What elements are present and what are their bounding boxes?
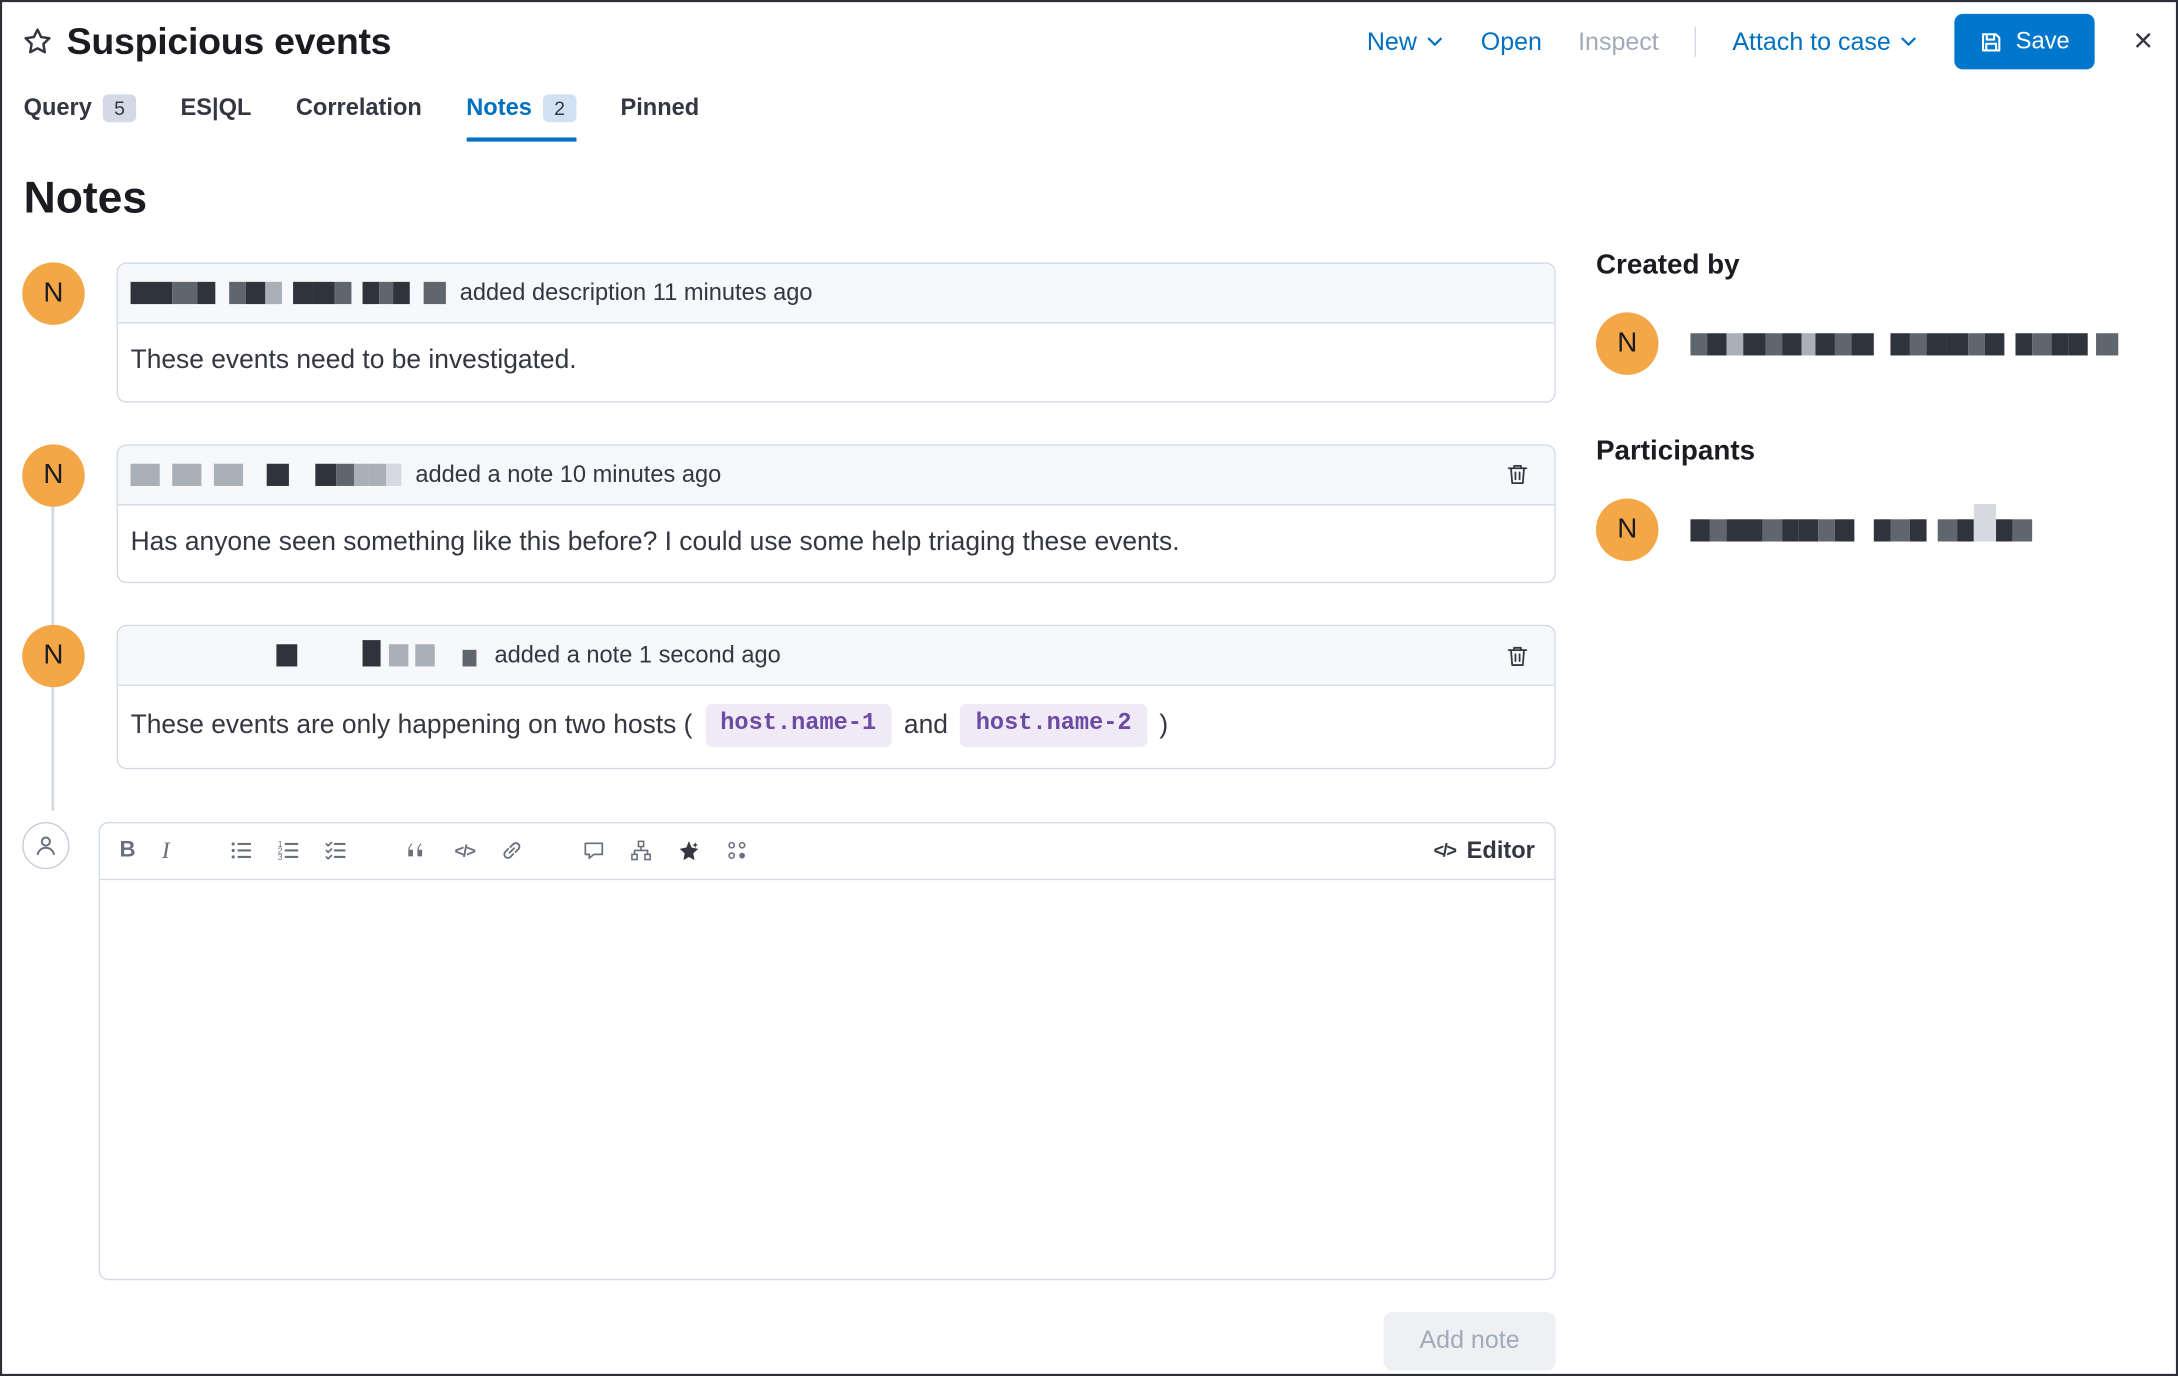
markdown-editor: B I 123 </> </> Editor — [98, 821, 1556, 1280]
tab-esql[interactable]: ES|QL — [180, 94, 251, 141]
note-card: added description 11 minutes ago These e… — [116, 262, 1556, 403]
comment-icon[interactable] — [580, 838, 606, 864]
host-name-chip: host.name-1 — [704, 704, 892, 747]
note-action: added a note 10 minutes ago — [415, 460, 722, 487]
host-name-chip: host.name-2 — [960, 704, 1147, 747]
note-body-and: and — [903, 710, 948, 740]
timeline-tabs: Query 5 ES|QL Correlation Notes 2 Pinned — [0, 78, 2178, 142]
inspect-button[interactable]: Inspect — [1578, 27, 1659, 56]
hierarchy-icon[interactable] — [627, 838, 653, 864]
note-body-prefix: These events are only happening on two h… — [130, 710, 693, 740]
tab-notes-badge: 2 — [542, 94, 577, 123]
editor-mode-label: Editor — [1466, 836, 1535, 864]
note-action: added a note 1 second ago — [494, 641, 781, 668]
note-header: added a note 10 minutes ago — [118, 445, 1555, 505]
redacted-username — [130, 281, 446, 305]
timeline-flyout: Suspicious events New Open Inspect Attac… — [0, 0, 2178, 1376]
tab-notes-label: Notes — [466, 94, 532, 121]
note-action: added description 11 minutes ago — [459, 279, 813, 306]
quote-icon[interactable] — [405, 838, 431, 864]
header-actions: New Open Inspect Attach to case Save × — [1367, 13, 2156, 70]
tab-esql-label: ES|QL — [180, 94, 252, 121]
editor-code-icon: </> — [1433, 840, 1457, 862]
open-label: Open — [1480, 27, 1542, 55]
avatar: N — [1595, 498, 1659, 561]
editor-mode-toggle[interactable]: </> Editor — [1434, 837, 1535, 865]
created-by-user: N — [1595, 312, 2156, 375]
timeline-plugin-icon[interactable] — [675, 837, 703, 865]
task-list-icon[interactable] — [323, 838, 349, 864]
avatar: N — [1595, 312, 1659, 375]
attach-to-case-button[interactable]: Attach to case — [1732, 27, 1918, 56]
inspect-label: Inspect — [1578, 27, 1659, 55]
note-item-3: N added a note 1 second ago These events… — [22, 624, 1556, 769]
note-header: added description 11 minutes ago — [118, 263, 1555, 324]
user-icon — [36, 836, 55, 855]
close-icon[interactable]: × — [2131, 24, 2156, 58]
note-card: added a note 1 second ago These events a… — [116, 624, 1556, 769]
delete-note-button[interactable] — [1500, 638, 1535, 673]
page-title: Notes — [23, 172, 148, 223]
notes-sidebar: Created by N Participants N — [1556, 142, 2156, 1370]
notes-tab-content: Notes N added description 11 minutes ago… — [0, 142, 2178, 1371]
save-label: Save — [2015, 27, 2070, 55]
current-user-avatar — [22, 821, 70, 869]
new-menu-button[interactable]: New — [1367, 27, 1445, 56]
redacted-username — [131, 640, 481, 667]
unordered-list-icon[interactable] — [228, 838, 254, 864]
tab-query-label: Query — [23, 94, 92, 121]
link-icon[interactable] — [498, 838, 524, 864]
insights-icon[interactable] — [723, 838, 749, 864]
avatar: N — [22, 443, 85, 507]
redacted-username — [1690, 503, 2155, 541]
editor-toolbar: B I 123 </> </> Editor — [100, 823, 1555, 880]
save-icon — [1982, 32, 2001, 51]
bold-icon[interactable]: B — [117, 836, 139, 867]
ordered-list-icon[interactable]: 123 — [275, 838, 301, 864]
flyout-header: Suspicious events New Open Inspect Attac… — [0, 0, 2178, 78]
note-body-suffix: ) — [1159, 710, 1169, 740]
code-icon[interactable]: </> — [452, 838, 478, 863]
add-note-row: Add note — [22, 1311, 1556, 1371]
participant-user: N — [1595, 498, 2156, 561]
note-body: These events need to be investigated. — [130, 345, 577, 375]
chevron-down-icon — [1427, 37, 1443, 46]
new-label: New — [1366, 27, 1417, 55]
created-by-heading: Created by — [1595, 249, 1740, 281]
tab-pinned[interactable]: Pinned — [620, 94, 699, 141]
tab-correlation-label: Correlation — [295, 94, 422, 121]
attach-to-case-label: Attach to case — [1732, 27, 1891, 55]
avatar: N — [22, 262, 85, 325]
note-item-1: N added description 11 minutes ago These… — [22, 262, 1556, 403]
note-header: added a note 1 second ago — [118, 626, 1555, 687]
trash-icon — [1507, 465, 1528, 485]
redacted-username — [1690, 332, 2155, 355]
svg-text:3: 3 — [278, 853, 283, 862]
tab-notes[interactable]: Notes 2 — [466, 94, 577, 142]
note-body: Has anyone seen something like this befo… — [130, 527, 1180, 557]
open-button[interactable]: Open — [1481, 27, 1542, 56]
delete-note-button[interactable] — [1500, 457, 1535, 492]
tab-pinned-label: Pinned — [620, 94, 700, 121]
chevron-down-icon — [1901, 37, 1917, 46]
header-divider — [1694, 26, 1697, 57]
favorite-star-icon[interactable] — [22, 26, 53, 57]
tab-correlation[interactable]: Correlation — [296, 94, 422, 141]
tab-query-badge: 5 — [102, 94, 137, 123]
note-card: added a note 10 minutes ago Has anyone s… — [116, 443, 1556, 584]
participants-heading: Participants — [1595, 435, 1756, 467]
note-item-2: N added a note 10 minutes ago Has anyone… — [22, 443, 1556, 584]
notes-column: Notes N added description 11 minutes ago… — [22, 142, 1556, 1371]
trash-icon — [1507, 646, 1528, 666]
timeline-title: Suspicious events — [66, 20, 392, 62]
save-button[interactable]: Save — [1954, 13, 2095, 70]
tab-query[interactable]: Query 5 — [23, 94, 137, 141]
italic-icon[interactable]: I — [159, 834, 172, 867]
redacted-username — [130, 463, 402, 486]
avatar: N — [22, 624, 85, 688]
new-note-section: B I 123 </> </> Editor — [22, 821, 1556, 1280]
note-body: These events are only happening on two h… — [118, 686, 1554, 767]
note-textarea[interactable] — [100, 879, 1555, 1279]
add-note-button[interactable]: Add note — [1383, 1311, 1556, 1371]
